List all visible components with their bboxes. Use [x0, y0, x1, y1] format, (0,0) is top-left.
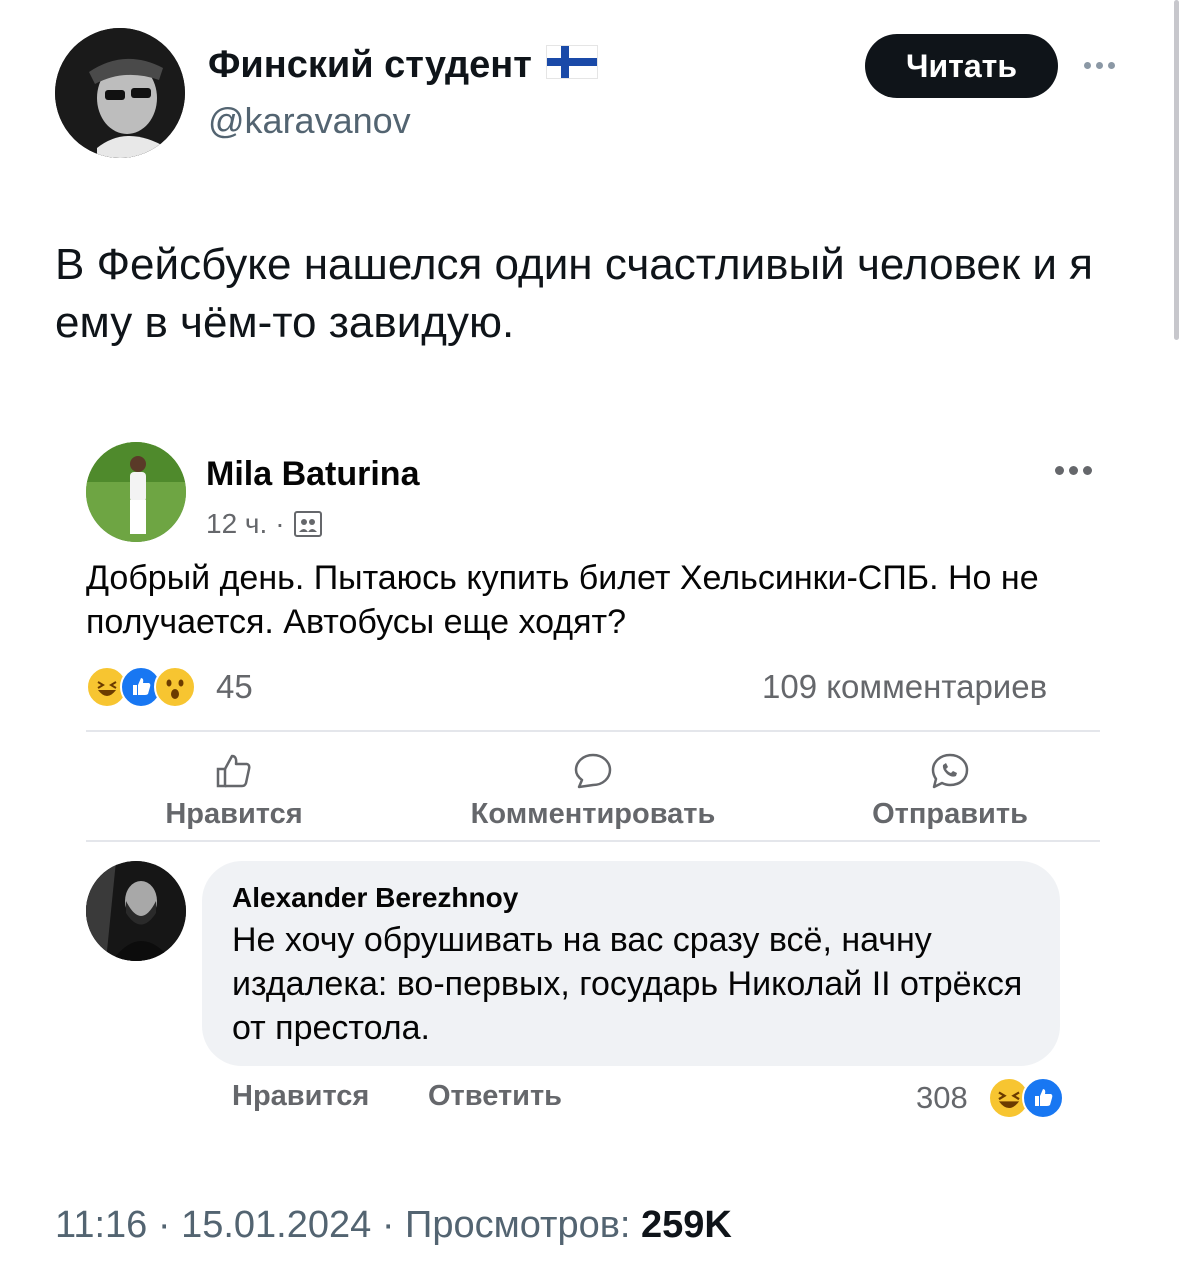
divider	[86, 730, 1100, 732]
meta-separator: ·	[275, 508, 285, 539]
flag-finland-icon	[545, 45, 598, 79]
post-text: Добрый день. Пытаюсь купить билет Хельси…	[86, 559, 1039, 641]
comment-author-name: Alexander Berezhnoy	[232, 882, 519, 913]
post-author-avatar	[86, 442, 186, 542]
tweet-footer: 11:16 · 15.01.2024 · Просмотров: 259K	[55, 1204, 732, 1247]
post-share-action: Отправить	[800, 752, 1100, 831]
comment-icon	[574, 753, 612, 789]
author-avatar[interactable]	[55, 28, 185, 158]
tweet-date[interactable]: 15.01.2024	[181, 1204, 371, 1246]
like-icon	[1022, 1077, 1064, 1119]
post-comments-count: 109 комментариев	[762, 668, 1048, 705]
post-comment-label: Комментировать	[470, 798, 716, 830]
author-name-text[interactable]: Финский студент	[208, 44, 532, 86]
post-like-label: Нравится	[165, 798, 303, 830]
author-name[interactable]: Финский студент	[208, 44, 598, 87]
footer-separator: ·	[157, 1204, 182, 1246]
post-reactions	[86, 666, 196, 708]
follow-button[interactable]: Читать	[865, 34, 1058, 98]
comment-reply-label: Ответить	[428, 1080, 563, 1112]
comment-like-label: Нравится	[232, 1080, 370, 1112]
post-more-icon	[1055, 462, 1105, 476]
post-comment-action: Комментировать	[443, 752, 743, 831]
post-time: 12 ч.	[206, 508, 268, 539]
post-meta: 12 ч. ·	[206, 508, 323, 540]
footer-separator: ·	[381, 1204, 406, 1246]
post-like-action: Нравится	[84, 752, 384, 831]
comment-author-avatar	[86, 861, 186, 961]
post-reaction-count: 45	[216, 668, 253, 705]
messenger-icon	[931, 753, 969, 789]
post-share-label: Отправить	[872, 798, 1028, 830]
comment-reactions	[988, 1077, 1064, 1119]
comment-text: Не хочу обрушивать на вас сразу всё, нач…	[232, 921, 1023, 1047]
tweet-text: В Фейсбуке нашелся один счастливый челов…	[55, 240, 1093, 347]
globe-friends-icon	[293, 511, 322, 537]
views-count: 259K	[641, 1204, 732, 1246]
scrollbar[interactable]	[1174, 0, 1179, 340]
more-icon[interactable]	[1084, 56, 1128, 76]
tweet-time[interactable]: 11:16	[55, 1204, 147, 1246]
author-handle[interactable]: @karavanov	[208, 100, 411, 142]
divider	[86, 840, 1100, 842]
views-label: Просмотров:	[405, 1204, 631, 1246]
cut-off-text: ▁▁▁ ▁ ▁▁▁▁ ▁▁ ▁▁▁ ▁▁▁	[200, 0, 900, 4]
post-author-name: Mila Baturina	[206, 455, 420, 493]
thumbs-up-icon	[216, 754, 251, 788]
comment-reaction-count: 308	[916, 1080, 968, 1115]
wow-icon	[154, 666, 196, 708]
